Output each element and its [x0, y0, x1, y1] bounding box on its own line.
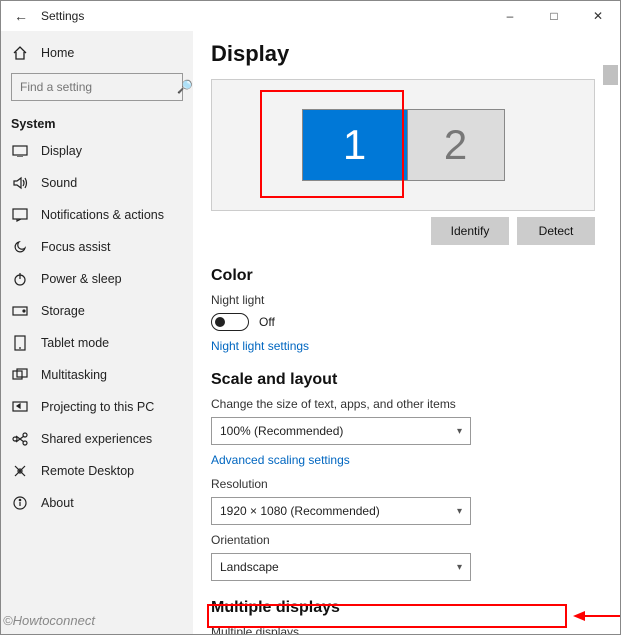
window-title: Settings	[41, 9, 84, 23]
advanced-scaling-link[interactable]: Advanced scaling settings	[211, 453, 602, 467]
back-button[interactable]: ←	[1, 8, 41, 24]
sidebar-item-label: Notifications & actions	[41, 208, 164, 222]
resolution-label: Resolution	[211, 477, 602, 491]
display-arrangement-panel[interactable]: 1 2	[211, 79, 595, 211]
sidebar-home-label: Home	[41, 46, 74, 60]
sidebar-item-tablet-mode[interactable]: Tablet mode	[1, 327, 193, 359]
power-icon	[11, 272, 29, 286]
night-light-toggle[interactable]	[211, 313, 249, 331]
sound-icon	[11, 176, 29, 190]
home-icon	[11, 45, 29, 61]
sidebar-item-sound[interactable]: Sound	[1, 167, 193, 199]
orientation-dropdown[interactable]: Landscape ▾	[211, 553, 471, 581]
projecting-icon	[11, 401, 29, 413]
sidebar-item-notifications[interactable]: Notifications & actions	[1, 199, 193, 231]
sidebar-item-label: Multitasking	[41, 368, 107, 382]
sidebar-item-about[interactable]: About	[1, 487, 193, 519]
night-light-label: Night light	[211, 293, 602, 307]
sidebar-item-label: Sound	[41, 176, 77, 190]
main-content: Display 1 2 Identify Detect Color Night …	[193, 31, 620, 634]
sidebar: Home 🔍 System Display Sound Notification…	[1, 31, 193, 634]
search-icon: 🔍	[177, 79, 193, 95]
text-size-label: Change the size of text, apps, and other…	[211, 397, 602, 411]
chevron-down-icon: ▾	[457, 506, 462, 517]
notifications-icon	[11, 208, 29, 222]
watermark-text: ©Howtoconnect	[3, 613, 95, 628]
orientation-label: Orientation	[211, 533, 602, 547]
detect-button[interactable]: Detect	[517, 217, 595, 245]
display-icon	[11, 145, 29, 157]
multitasking-icon	[11, 368, 29, 382]
sidebar-item-label: Projecting to this PC	[41, 400, 154, 414]
sidebar-item-label: Storage	[41, 304, 85, 318]
sidebar-section-heading: System	[1, 111, 193, 135]
night-light-settings-link[interactable]: Night light settings	[211, 339, 602, 353]
heading-scale-layout: Scale and layout	[211, 371, 602, 389]
shared-icon	[11, 432, 29, 446]
text-size-value: 100% (Recommended)	[220, 424, 343, 438]
remote-desktop-icon	[11, 464, 29, 478]
page-title: Display	[211, 41, 602, 67]
tablet-icon	[11, 335, 29, 351]
maximize-button[interactable]: □	[532, 1, 576, 31]
sidebar-item-projecting[interactable]: Projecting to this PC	[1, 391, 193, 423]
resolution-value: 1920 × 1080 (Recommended)	[220, 504, 380, 518]
sidebar-item-display[interactable]: Display	[1, 135, 193, 167]
sidebar-item-label: Remote Desktop	[41, 464, 134, 478]
focus-assist-icon	[11, 239, 29, 255]
sidebar-item-label: About	[41, 496, 74, 510]
sidebar-item-focus-assist[interactable]: Focus assist	[1, 231, 193, 263]
multiple-displays-label: Multiple displays	[211, 625, 602, 634]
sidebar-item-storage[interactable]: Storage	[1, 295, 193, 327]
sidebar-item-remote-desktop[interactable]: Remote Desktop	[1, 455, 193, 487]
night-light-state: Off	[259, 315, 275, 329]
identify-button[interactable]: Identify	[431, 217, 509, 245]
chevron-down-icon: ▾	[457, 426, 462, 437]
sidebar-item-power-sleep[interactable]: Power & sleep	[1, 263, 193, 295]
sidebar-item-label: Power & sleep	[41, 272, 122, 286]
sidebar-item-label: Tablet mode	[41, 336, 109, 350]
sidebar-home[interactable]: Home	[1, 37, 193, 69]
text-size-dropdown[interactable]: 100% (Recommended) ▾	[211, 417, 471, 445]
close-button[interactable]: ✕	[576, 1, 620, 31]
resolution-dropdown[interactable]: 1920 × 1080 (Recommended) ▾	[211, 497, 471, 525]
about-icon	[11, 496, 29, 510]
search-input-wrap[interactable]: 🔍	[11, 73, 183, 101]
sidebar-item-label: Display	[41, 144, 82, 158]
monitor-2[interactable]: 2	[407, 109, 505, 181]
storage-icon	[11, 306, 29, 316]
heading-multiple-displays: Multiple displays	[211, 599, 602, 617]
sidebar-item-multitasking[interactable]: Multitasking	[1, 359, 193, 391]
orientation-value: Landscape	[220, 560, 279, 574]
minimize-button[interactable]: –	[488, 1, 532, 31]
monitor-1[interactable]: 1	[302, 109, 408, 181]
sidebar-item-label: Shared experiences	[41, 432, 152, 446]
search-input[interactable]	[18, 79, 177, 95]
sidebar-item-label: Focus assist	[41, 240, 110, 254]
heading-color: Color	[211, 267, 602, 285]
sidebar-item-shared-experiences[interactable]: Shared experiences	[1, 423, 193, 455]
chevron-down-icon: ▾	[457, 562, 462, 573]
